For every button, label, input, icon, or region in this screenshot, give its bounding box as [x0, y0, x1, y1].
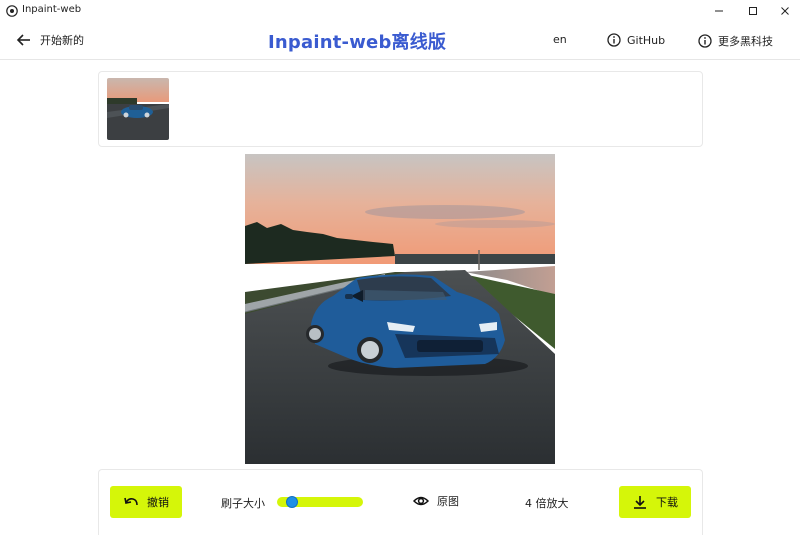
- minimize-button[interactable]: [710, 2, 728, 20]
- brush-size-label: 刷子大小: [221, 497, 265, 510]
- history-thumbnail-bar: [98, 71, 703, 147]
- start-new-label: 开始新的: [40, 34, 84, 47]
- window-titlebar: Inpaint-web: [0, 0, 800, 22]
- minimize-icon: [715, 10, 723, 12]
- language-switch[interactable]: en: [553, 33, 567, 46]
- history-thumbnail[interactable]: [107, 78, 169, 140]
- github-link[interactable]: GitHub: [607, 33, 665, 47]
- upscale-4x-button[interactable]: 4 倍放大: [525, 495, 569, 511]
- page-title: Inpaint-web离线版: [268, 32, 447, 53]
- editing-canvas[interactable]: [245, 154, 555, 464]
- app-logo-icon: [6, 5, 18, 17]
- bottom-toolbar: 撤销 刷子大小 原图 4 倍放大 下载: [98, 469, 703, 535]
- close-button[interactable]: [776, 2, 794, 20]
- eye-icon: [413, 496, 429, 506]
- download-label: 下载: [656, 496, 678, 509]
- arrow-left-icon: [16, 34, 30, 46]
- undo-button[interactable]: 撤销: [110, 486, 182, 518]
- info-icon: [607, 33, 621, 47]
- window-title: Inpaint-web: [22, 4, 82, 15]
- download-button[interactable]: 下载: [619, 486, 691, 518]
- language-label: en: [553, 33, 567, 46]
- maximize-button[interactable]: [744, 2, 762, 20]
- github-label: GitHub: [627, 33, 666, 47]
- undo-icon: [124, 497, 138, 506]
- download-icon: [634, 496, 646, 509]
- show-original-label: 原图: [437, 495, 459, 508]
- info-icon: [698, 34, 712, 48]
- brush-size-slider[interactable]: [277, 496, 363, 508]
- more-tech-link[interactable]: 更多黑科技: [698, 33, 773, 49]
- maximize-icon: [749, 7, 757, 15]
- start-new-button[interactable]: 开始新的: [16, 32, 84, 48]
- brush-size-slider-handle[interactable]: [286, 496, 298, 508]
- app-header: 开始新的 Inpaint-web离线版 en GitHub 更多黑科技: [0, 22, 800, 60]
- show-original-button[interactable]: 原图: [413, 493, 459, 509]
- close-icon: [781, 7, 789, 15]
- undo-label: 撤销: [147, 496, 169, 509]
- more-tech-label: 更多黑科技: [718, 35, 773, 48]
